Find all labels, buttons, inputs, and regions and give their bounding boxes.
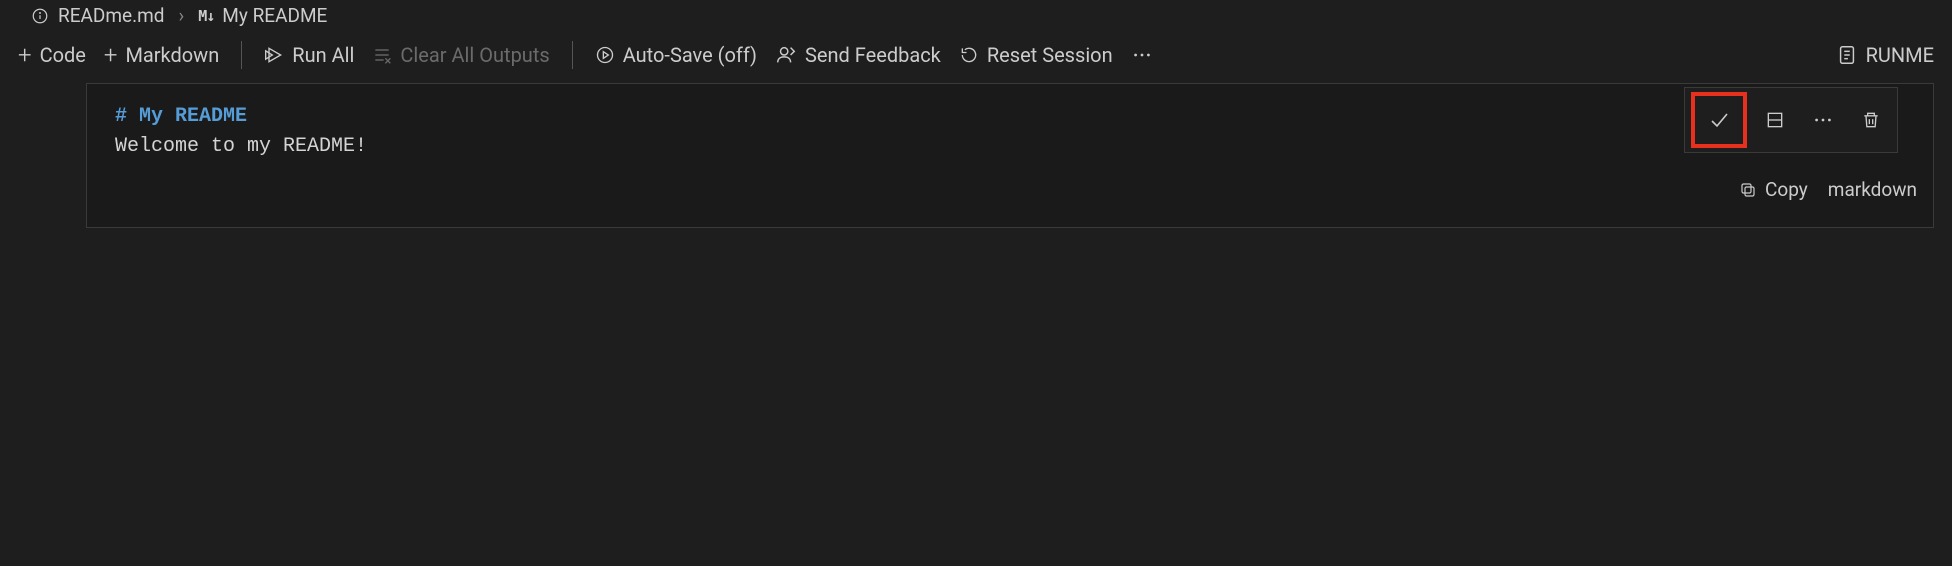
breadcrumb-separator: › [179, 4, 185, 27]
feedback-button[interactable]: Send Feedback [775, 43, 941, 67]
breadcrumb-file[interactable]: READme.md [58, 4, 165, 27]
cell-editor[interactable]: # My README Welcome to my README! [87, 84, 1933, 172]
cell-gutter[interactable] [6, 87, 16, 237]
feedback-label: Send Feedback [805, 43, 941, 67]
add-markdown-label: Markdown [125, 43, 219, 67]
autosave-button[interactable]: Auto-Save (off) [595, 43, 757, 67]
feedback-icon [775, 44, 797, 66]
cell-toolbar [1684, 87, 1898, 153]
clear-outputs-label: Clear All Outputs [400, 43, 549, 67]
markdown-icon: M↓ [198, 7, 214, 25]
copy-button[interactable]: Copy [1739, 178, 1808, 201]
breadcrumb-section[interactable]: My README [222, 4, 327, 27]
more-actions-button[interactable] [1131, 44, 1153, 66]
add-markdown-button[interactable]: Markdown [104, 41, 219, 69]
split-cell-button[interactable] [1755, 100, 1795, 140]
cell-body-line: Welcome to my README! [115, 132, 1905, 162]
toolbar-divider [241, 41, 242, 69]
copy-icon [1739, 181, 1757, 199]
run-all-icon [264, 45, 284, 65]
cell-heading-line: # My README [115, 102, 1905, 132]
plus-icon [104, 41, 118, 69]
breadcrumb: READme.md › M↓ My README [0, 0, 1952, 35]
runme-button[interactable]: RUNME [1836, 43, 1934, 67]
reset-session-button[interactable]: Reset Session [959, 43, 1113, 67]
copy-label: Copy [1765, 178, 1808, 201]
runme-icon [1836, 44, 1858, 66]
runme-label: RUNME [1866, 43, 1934, 67]
confirm-cell-button[interactable] [1691, 92, 1747, 148]
reset-label: Reset Session [987, 43, 1113, 67]
clear-outputs-button[interactable]: Clear All Outputs [372, 43, 549, 67]
clear-outputs-icon [372, 45, 392, 65]
toolbar-divider [572, 41, 573, 69]
cell-more-button[interactable] [1803, 100, 1843, 140]
info-icon [30, 6, 50, 26]
ellipsis-icon [1131, 44, 1153, 66]
run-all-label: Run All [292, 43, 354, 67]
autosave-icon [595, 45, 615, 65]
run-all-button[interactable]: Run All [264, 43, 354, 67]
notebook-toolbar: Code Markdown Run All Clear All Outputs … [0, 35, 1952, 83]
cell-language-label[interactable]: markdown [1828, 178, 1917, 201]
add-code-label: Code [40, 43, 86, 67]
cell-footer: Copy markdown [87, 172, 1933, 211]
delete-cell-button[interactable] [1851, 100, 1891, 140]
markdown-cell[interactable]: # My README Welcome to my README! Copy m… [86, 83, 1934, 228]
cell-region: # My README Welcome to my README! Copy m… [0, 83, 1952, 237]
plus-icon [18, 41, 32, 69]
autosave-label: Auto-Save (off) [623, 43, 757, 67]
reset-icon [959, 45, 979, 65]
add-code-button[interactable]: Code [18, 41, 86, 69]
